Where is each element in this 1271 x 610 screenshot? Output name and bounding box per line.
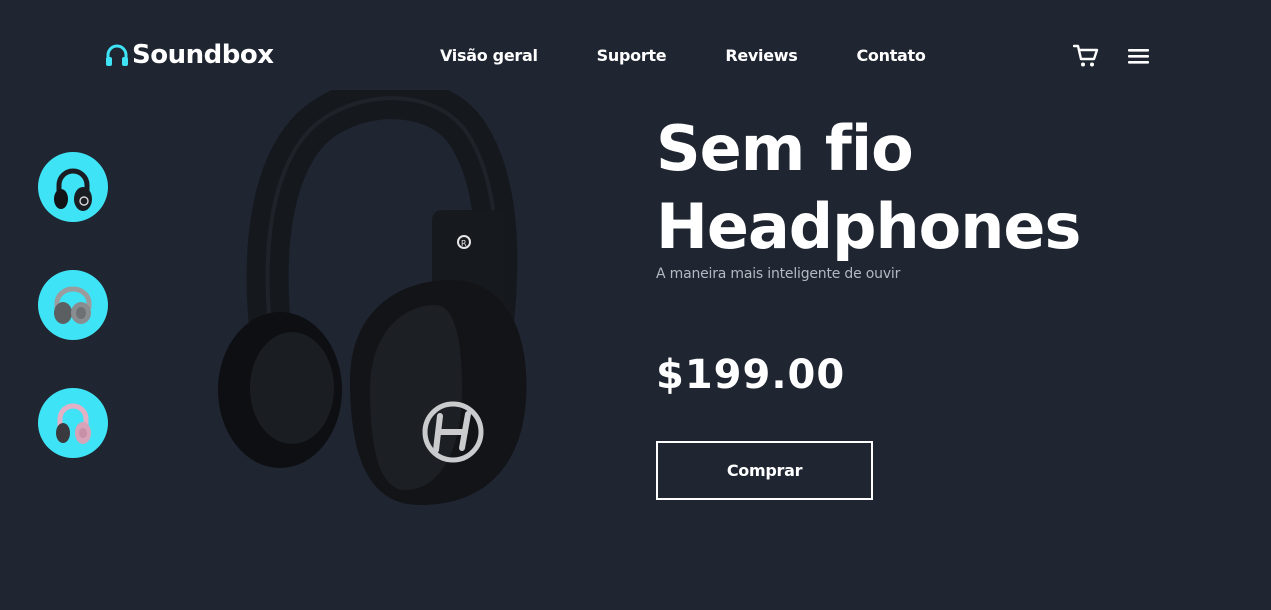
hero-title-line2: Headphones	[656, 190, 1081, 263]
menu-button[interactable]	[1128, 47, 1149, 69]
menu-icon	[1128, 49, 1149, 64]
headphones-icon	[106, 44, 128, 66]
thumbnail-gray-headphones[interactable]	[38, 270, 108, 340]
nav-link-visao-geral[interactable]: Visão geral	[440, 46, 538, 65]
hero-title-line1: Sem fio	[656, 112, 914, 185]
thumbnail-pink-headphones[interactable]	[38, 388, 108, 458]
nav-link-reviews[interactable]: Reviews	[725, 46, 797, 65]
svg-text:R: R	[461, 239, 467, 248]
nav-link-contato[interactable]: Contato	[856, 46, 925, 65]
main-nav: Visão geral Suporte Reviews Contato	[440, 46, 985, 65]
headphones-image	[54, 168, 92, 211]
thumbnail-black-headphones[interactable]	[38, 152, 108, 222]
headphones-image	[56, 403, 91, 444]
nav-link-suporte[interactable]: Suporte	[597, 46, 667, 65]
product-price: $199.00	[656, 352, 846, 398]
headphones-product-image: R	[218, 77, 527, 505]
hero-subtitle: A maneira mais inteligente de ouvir	[656, 266, 901, 282]
brand-name: Soundbox	[132, 40, 274, 70]
cart-icon	[1072, 44, 1099, 67]
headphones-image	[54, 286, 92, 324]
cart-button[interactable]	[1072, 44, 1099, 72]
buy-button[interactable]: Comprar	[656, 441, 873, 500]
hero-product-image: R	[200, 77, 540, 514]
brand-logo[interactable]: Soundbox	[104, 40, 274, 70]
hero-title: Sem fio Headphones	[656, 110, 1081, 266]
